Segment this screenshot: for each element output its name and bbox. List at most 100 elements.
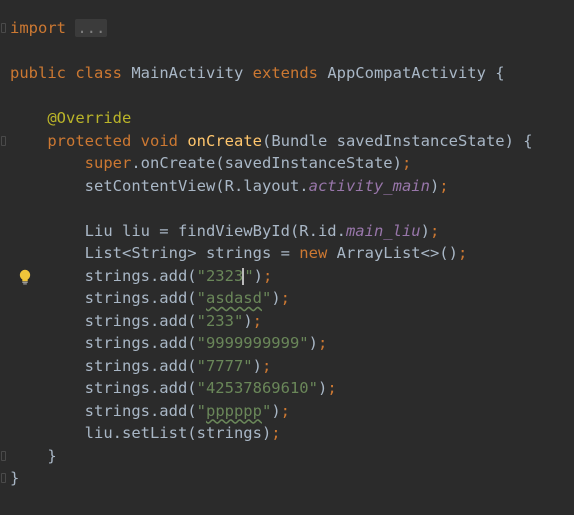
code-token: ; [280, 401, 291, 420]
code-token: setContentView(R.layout. [84, 176, 309, 195]
code-line-text: strings.add("9999999999"); [10, 332, 328, 355]
code-line[interactable]: strings.add("7777"); [0, 355, 574, 378]
code-line-text: strings.add("42537869610"); [10, 377, 337, 400]
code-line[interactable]: import ... [0, 17, 574, 40]
code-line[interactable]: strings.add("pppppp"); [0, 400, 574, 423]
code-token: strings.add( [84, 379, 197, 397]
code-token: " [261, 401, 272, 420]
code-token: ; [317, 334, 328, 352]
code-line-text: import ... [10, 17, 108, 40]
code-line-text: super.onCreate(savedInstanceState); [10, 152, 412, 175]
code-line[interactable]: strings.add("2323"); [0, 265, 574, 288]
code-line-text: strings.add("asdasd"); [10, 287, 290, 310]
code-line-text: strings.add("233"); [10, 310, 262, 333]
code-line-text: @Override [10, 107, 131, 130]
code-token: ; [457, 244, 468, 262]
code-token: extends [252, 64, 328, 82]
lightbulb-icon[interactable] [18, 269, 32, 285]
code-token: pppppp [205, 401, 262, 420]
code-token: class [75, 64, 132, 82]
code-token: " [196, 289, 206, 307]
code-line[interactable]: protected void onCreate(Bundle savedInst… [0, 130, 574, 153]
fold-marker-icon[interactable] [1, 473, 6, 483]
code-token: onCreate [187, 131, 262, 150]
code-token: ) [252, 356, 262, 375]
code-token: ; [327, 379, 337, 397]
code-token: strings.add( [84, 401, 197, 420]
fold-marker-icon[interactable] [1, 135, 6, 146]
code-token: ) [253, 266, 263, 285]
code-token: liu.setList(strings) [84, 424, 272, 442]
code-line[interactable]: strings.add("9999999999"); [0, 332, 574, 355]
code-line[interactable] [0, 85, 574, 108]
code-token: ) [271, 401, 281, 420]
code-line[interactable]: } [0, 467, 574, 490]
code-line[interactable]: Liu liu = findViewById(R.id.main_liu); [0, 220, 574, 243]
code-line-text: Liu liu = findViewById(R.id.main_liu); [10, 220, 440, 243]
code-line[interactable]: super.onCreate(savedInstanceState); [0, 152, 574, 175]
code-line-text: setContentView(R.layout.activity_main); [10, 175, 449, 198]
code-line-text: strings.add("7777"); [10, 355, 272, 378]
code-line[interactable]: } [0, 445, 574, 468]
code-token: super [84, 154, 132, 172]
code-line[interactable]: public class MainActivity extends AppCom… [0, 62, 574, 85]
code-line[interactable] [0, 40, 574, 63]
code-line[interactable]: strings.add("asdasd"); [0, 287, 574, 310]
code-token: " [196, 401, 206, 420]
code-token: "2323 [196, 266, 244, 285]
code-token: (Bundle savedInstanceState) { [261, 131, 533, 150]
code-token: ; [271, 424, 281, 442]
code-line-text: liu.setList(strings); [10, 422, 281, 445]
code-token: ; [263, 266, 273, 285]
code-token: "9999999999" [196, 334, 309, 352]
code-token: main_liu [345, 221, 421, 240]
code-token: } [47, 446, 57, 465]
code-editor[interactable]: import ... public class MainActivity exte… [0, 0, 574, 515]
code-line-text: } [10, 445, 57, 468]
code-line[interactable]: liu.setList(strings); [0, 422, 574, 445]
code-token: " [244, 266, 254, 285]
code-token: ) [243, 311, 253, 330]
code-token: ArrayList<>() [336, 244, 458, 262]
code-token: ; [261, 356, 272, 375]
code-line-text: public class MainActivity extends AppCom… [10, 62, 505, 85]
code-line[interactable]: List<String> strings = new ArrayList<>()… [0, 242, 574, 265]
code-token: @Override [47, 109, 132, 127]
code-line-text: } [10, 467, 19, 490]
code-line[interactable]: strings.add("233"); [0, 310, 574, 333]
code-token: ; [439, 176, 449, 195]
code-line[interactable]: @Override [0, 107, 574, 130]
code-token: strings.add( [84, 356, 197, 375]
code-token: asdasd [205, 289, 262, 307]
code-token: new [299, 244, 337, 262]
code-line[interactable] [0, 197, 574, 220]
code-line[interactable]: setContentView(R.layout.activity_main); [0, 175, 574, 198]
code-token: void [140, 131, 188, 150]
code-token: "7777" [196, 356, 253, 375]
code-token: strings.add( [84, 334, 197, 352]
code-token: ; [280, 289, 291, 307]
code-token: ; [252, 311, 262, 330]
code-token: ) [317, 379, 328, 397]
code-token: ) [308, 334, 318, 352]
code-token: "233" [196, 311, 244, 330]
fold-marker-icon[interactable] [1, 450, 6, 461]
fold-marker-icon[interactable] [1, 23, 6, 33]
code-token: activity_main [308, 176, 430, 195]
code-line-text: List<String> strings = new ArrayList<>()… [10, 242, 468, 265]
code-token: strings.add( [84, 289, 197, 307]
code-token: strings.add( [84, 266, 197, 285]
code-line[interactable]: strings.add("42537869610"); [0, 377, 574, 400]
code-token: " [261, 289, 272, 307]
folded-imports-button[interactable]: ... [75, 19, 108, 37]
